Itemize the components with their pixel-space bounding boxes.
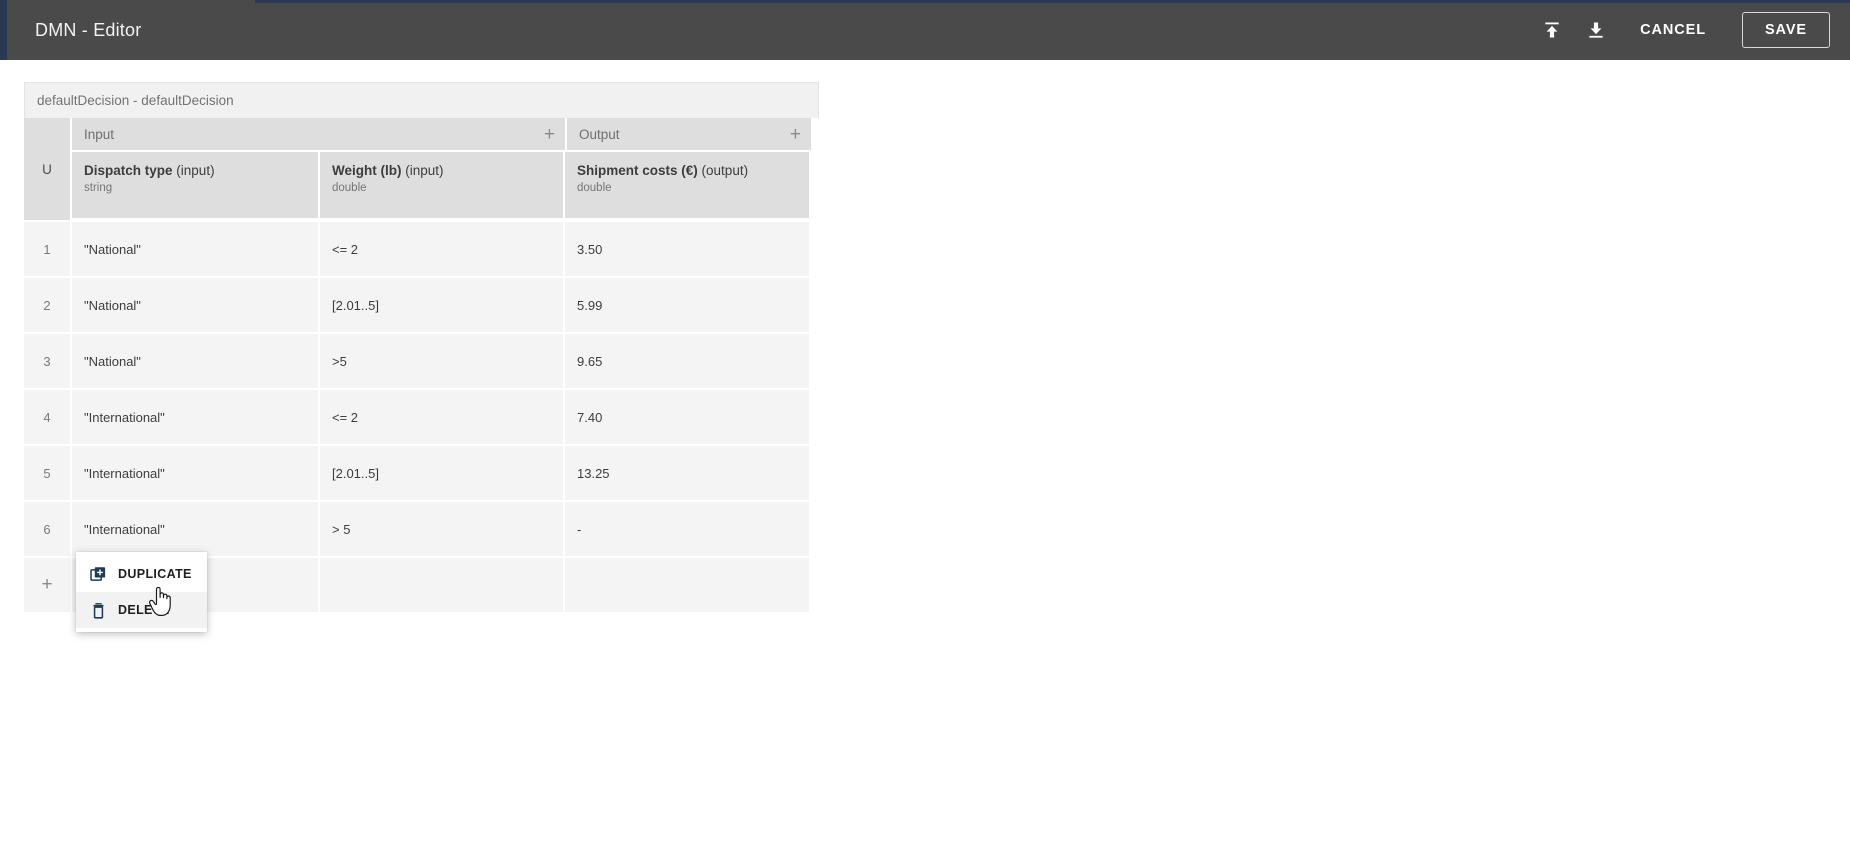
cell-weight[interactable]: >5: [320, 334, 565, 390]
row-index[interactable]: 2: [24, 278, 72, 334]
group-header-input: Input +: [72, 118, 567, 152]
trash-icon: [90, 602, 107, 619]
column-header-shipment-costs[interactable]: Shipment costs (€) (output) double: [565, 152, 811, 220]
download-icon: [1586, 20, 1606, 40]
context-menu-item-delete[interactable]: DELETE: [76, 592, 207, 628]
cell-dispatch-type[interactable]: "National": [72, 334, 320, 390]
table-row[interactable]: 3 "National" >5 9.65: [24, 334, 819, 390]
cell-shipment-costs[interactable]: 7.40: [565, 390, 811, 446]
editor-canvas: defaultDecision - defaultDecision U Inpu…: [0, 60, 1850, 857]
hit-policy-cell[interactable]: U: [24, 118, 72, 222]
column-header-weight-name: Weight (lb) (input): [332, 163, 444, 178]
row-index[interactable]: 3: [24, 334, 72, 390]
cell-weight[interactable]: > 5: [320, 502, 565, 558]
row-context-menu: DUPLICATE DELETE: [76, 552, 207, 632]
context-menu-item-duplicate[interactable]: DUPLICATE: [76, 556, 207, 592]
cell-shipment-costs[interactable]: 13.25: [565, 446, 811, 502]
cell-shipment-costs[interactable]: -: [565, 502, 811, 558]
row-index[interactable]: 4: [24, 390, 72, 446]
table-row[interactable]: 1 "National" <= 2 3.50: [24, 222, 819, 278]
column-header-dispatch-type-name: Dispatch type (input): [84, 163, 215, 178]
group-header-output-label: Output: [579, 126, 620, 142]
decision-table: defaultDecision - defaultDecision U Inpu…: [24, 82, 819, 614]
cell-weight[interactable]: <= 2: [320, 222, 565, 278]
header-actions: CANCEL SAVE: [1530, 8, 1830, 52]
row-index[interactable]: 5: [24, 446, 72, 502]
column-header-dispatch-type-datatype: string: [84, 182, 113, 195]
decision-table-caption: defaultDecision - defaultDecision: [24, 82, 819, 118]
add-input-column-button[interactable]: +: [544, 125, 555, 144]
add-output-column-button[interactable]: +: [790, 125, 801, 144]
cell-dispatch-type[interactable]: "National": [72, 278, 320, 334]
download-button[interactable]: [1574, 8, 1618, 52]
app-root: DMN - Editor CANCEL SAVE defaultDecision…: [0, 0, 1850, 857]
save-button[interactable]: SAVE: [1741, 12, 1830, 48]
duplicate-icon: [90, 566, 107, 583]
cancel-button[interactable]: CANCEL: [1618, 12, 1728, 48]
upload-button[interactable]: [1530, 8, 1574, 52]
table-row[interactable]: 6 "International" > 5 -: [24, 502, 819, 558]
cell-weight[interactable]: [2.01..5]: [320, 278, 565, 334]
header-columns: Input + Output + Dispatch type (input) s…: [72, 118, 813, 222]
cell-shipment-costs[interactable]: 9.65: [565, 334, 811, 390]
column-definition-row: Dispatch type (input) string Weight (lb)…: [72, 152, 813, 220]
column-header-shipment-costs-datatype: double: [577, 182, 612, 195]
cell-dispatch-type[interactable]: "National": [72, 222, 320, 278]
decision-table-grid: U Input + Output + Dispatch type (input)…: [24, 118, 819, 614]
cell-dispatch-type[interactable]: "International": [72, 446, 320, 502]
cell-shipment-costs[interactable]: 5.99: [565, 278, 811, 334]
column-header-weight[interactable]: Weight (lb) (input) double: [320, 152, 565, 220]
group-header-output: Output +: [567, 118, 813, 152]
upload-icon: [1542, 20, 1562, 40]
column-header-shipment-costs-name: Shipment costs (€) (output): [577, 163, 749, 178]
cell-dispatch-type[interactable]: "International": [72, 502, 320, 558]
cell-weight[interactable]: <= 2: [320, 390, 565, 446]
column-header-weight-datatype: double: [332, 182, 367, 195]
header-accent-strip: [255, 0, 1850, 3]
group-header-row: Input + Output +: [72, 118, 813, 152]
row-index[interactable]: 1: [24, 222, 72, 278]
table-row[interactable]: 2 "National" [2.01..5] 5.99: [24, 278, 819, 334]
table-row[interactable]: 5 "International" [2.01..5] 13.25: [24, 446, 819, 502]
page-title: DMN - Editor: [35, 19, 142, 40]
left-accent-rail: [0, 0, 7, 62]
table-row[interactable]: 4 "International" <= 2 7.40: [24, 390, 819, 446]
add-row-placeholder-weight: [320, 558, 565, 614]
row-index[interactable]: 6: [24, 502, 72, 558]
add-row-button[interactable]: +: [24, 558, 72, 614]
column-header-dispatch-type[interactable]: Dispatch type (input) string: [72, 152, 320, 220]
cell-dispatch-type[interactable]: "International": [72, 390, 320, 446]
group-header-input-label: Input: [84, 126, 115, 142]
app-header: DMN - Editor CANCEL SAVE: [7, 0, 1850, 60]
context-menu-item-delete-label: DELETE: [118, 603, 170, 617]
context-menu-item-duplicate-label: DUPLICATE: [118, 567, 192, 581]
table-header-block: U Input + Output + Dispatch type (input)…: [24, 118, 819, 222]
cell-weight[interactable]: [2.01..5]: [320, 446, 565, 502]
cell-shipment-costs[interactable]: 3.50: [565, 222, 811, 278]
add-row-placeholder-cost: [565, 558, 811, 614]
